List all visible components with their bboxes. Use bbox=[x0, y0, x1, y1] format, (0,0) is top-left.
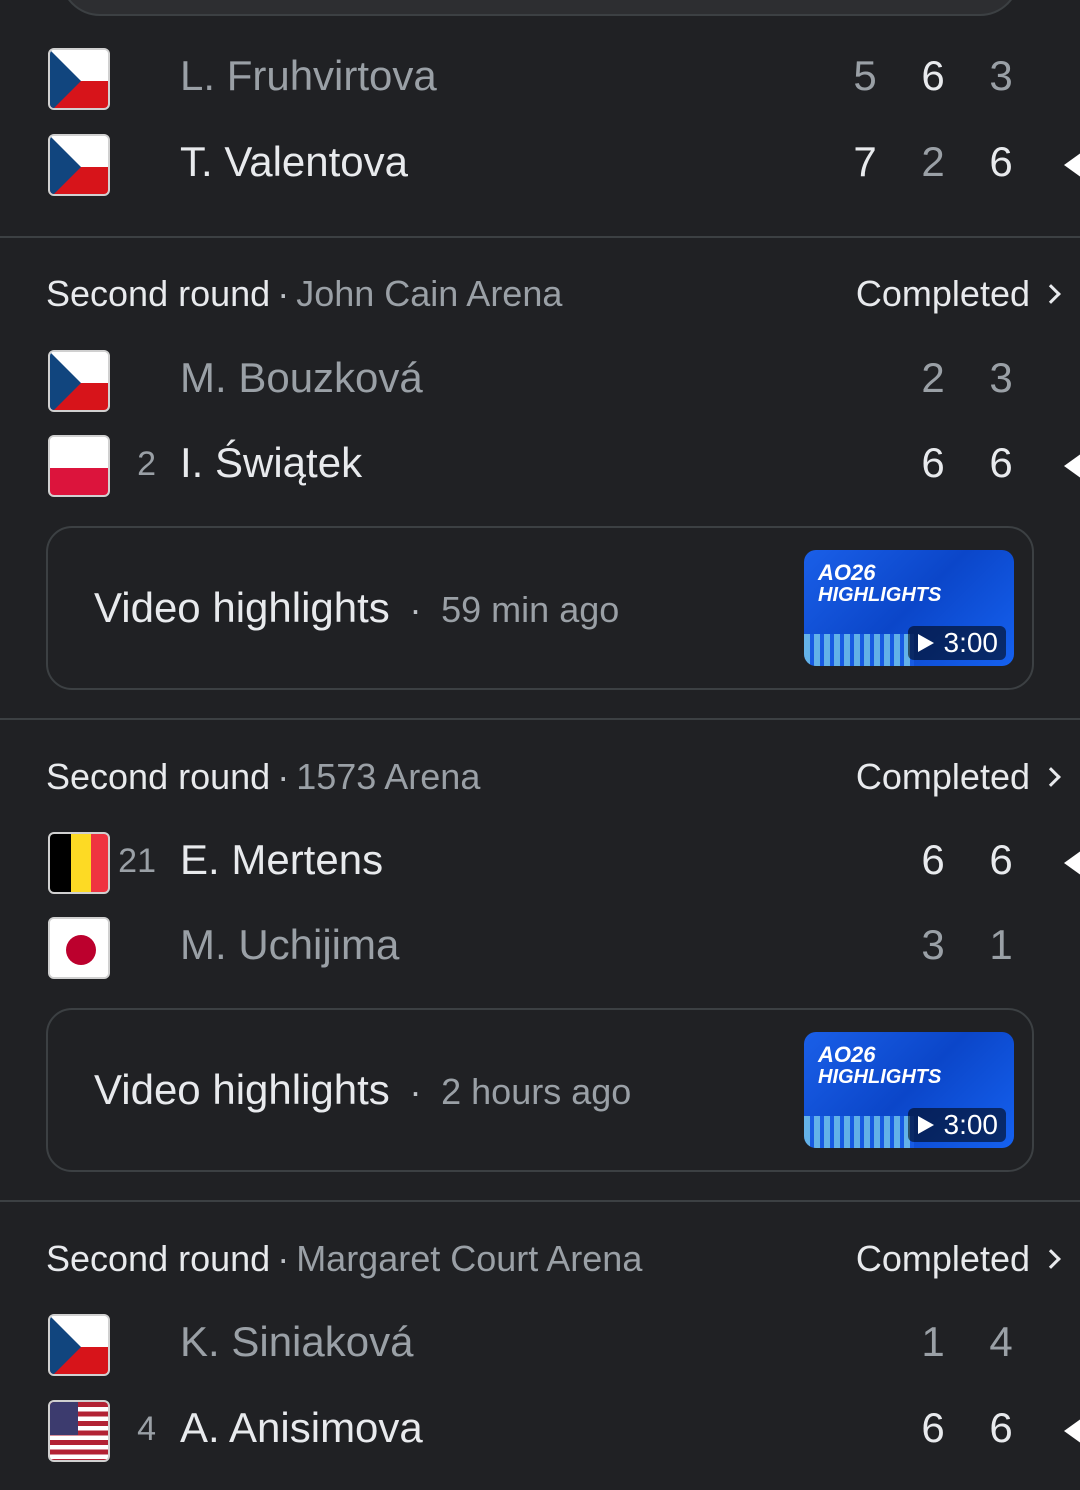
set-score: 6 bbox=[989, 1404, 1013, 1451]
separator: · bbox=[277, 756, 290, 797]
flag-belgium-icon bbox=[48, 832, 110, 894]
set-score: 6 bbox=[921, 836, 945, 883]
status-label: Completed bbox=[855, 1238, 1030, 1279]
player-row: T. Valentova 7 2 6 bbox=[0, 122, 1080, 208]
video-label: Video highlights bbox=[94, 1066, 390, 1113]
player-row: M. Uchijima 3 1 bbox=[0, 905, 1080, 991]
set-score: 3 bbox=[989, 52, 1013, 99]
set-score: 1 bbox=[989, 921, 1013, 968]
divider bbox=[0, 718, 1080, 720]
status-label: Completed bbox=[855, 273, 1030, 314]
match-header[interactable]: Second round · 1573 Arena Completed bbox=[46, 756, 1064, 798]
separator: · bbox=[409, 589, 422, 630]
thumbnail-pattern bbox=[804, 1116, 914, 1148]
player-seed: 4 bbox=[137, 1410, 156, 1448]
status-label: Completed bbox=[855, 756, 1030, 797]
match-header[interactable]: Second round · John Cain Arena Completed bbox=[46, 273, 1064, 315]
player-name: M. Uchijima bbox=[180, 921, 400, 968]
player-name: L. Fruhvirtova bbox=[180, 52, 437, 99]
duration-badge: 3:00 bbox=[907, 626, 1006, 660]
flag-czech-icon bbox=[48, 350, 110, 412]
venue-label: 1573 Arena bbox=[296, 756, 481, 797]
status-link[interactable]: Completed bbox=[856, 756, 1064, 798]
set-score: 4 bbox=[989, 1318, 1013, 1365]
video-time: 59 min ago bbox=[441, 589, 620, 630]
play-icon bbox=[917, 634, 934, 652]
player-row: 21 E. Mertens 6 6 bbox=[0, 820, 1080, 906]
separator: · bbox=[277, 1238, 290, 1279]
video-text: Video highlights · 2 hours ago bbox=[94, 1066, 631, 1114]
status-link[interactable]: Completed bbox=[856, 273, 1064, 315]
set-score: 2 bbox=[921, 138, 945, 185]
thumbnail-subtitle: HIGHLIGHTS bbox=[818, 584, 942, 606]
round-label: Second round bbox=[46, 756, 271, 797]
venue-label: Margaret Court Arena bbox=[296, 1238, 643, 1279]
video-thumbnail[interactable]: AO26 HIGHLIGHTS 3:00 bbox=[804, 550, 1014, 666]
player-row: M. Bouzková 2 3 bbox=[0, 338, 1080, 424]
thumbnail-subtitle: HIGHLIGHTS bbox=[818, 1066, 942, 1088]
chevron-right-icon bbox=[1041, 767, 1061, 787]
separator: · bbox=[409, 1071, 422, 1112]
scores-page: L. Fruhvirtova 5 6 3 T. Valentova 7 2 6 … bbox=[0, 0, 1080, 1490]
flag-czech-icon bbox=[48, 134, 110, 196]
video-text: Video highlights · 59 min ago bbox=[94, 584, 619, 632]
player-name: A. Anisimova bbox=[180, 1404, 423, 1451]
winner-triangle-icon bbox=[1064, 453, 1080, 479]
duration-badge: 3:00 bbox=[907, 1108, 1006, 1142]
player-name: M. Bouzková bbox=[180, 354, 423, 401]
player-row: L. Fruhvirtova 5 6 3 bbox=[0, 36, 1080, 122]
player-name: K. Siniaková bbox=[180, 1318, 414, 1365]
thumbnail-title: AO26 bbox=[818, 1042, 876, 1067]
thumbnail-title: AO26 bbox=[818, 560, 876, 585]
video-highlights-card[interactable]: Video highlights · 2 hours ago AO26 HIGH… bbox=[46, 1008, 1034, 1172]
divider bbox=[0, 236, 1080, 238]
player-row: 4 A. Anisimova 6 6 bbox=[0, 1388, 1080, 1474]
video-highlights-card[interactable]: Video highlights · 59 min ago AO26 HIGHL… bbox=[46, 526, 1034, 690]
set-score: 6 bbox=[921, 52, 945, 99]
flag-czech-icon bbox=[48, 48, 110, 110]
winner-triangle-icon bbox=[1064, 1418, 1080, 1444]
winner-triangle-icon bbox=[1064, 152, 1080, 178]
flag-japan-icon bbox=[48, 917, 110, 979]
flag-usa-icon bbox=[48, 1400, 110, 1462]
chevron-right-icon bbox=[1041, 284, 1061, 304]
separator: · bbox=[277, 273, 290, 314]
set-score: 2 bbox=[921, 354, 945, 401]
round-label: Second round bbox=[46, 273, 271, 314]
divider bbox=[0, 1200, 1080, 1202]
play-icon bbox=[917, 1116, 934, 1134]
set-score: 6 bbox=[989, 138, 1013, 185]
player-name: T. Valentova bbox=[180, 138, 409, 185]
flag-czech-icon bbox=[48, 1314, 110, 1376]
set-score: 6 bbox=[989, 836, 1013, 883]
set-score: 6 bbox=[921, 439, 945, 486]
player-row: 2 I. Świątek 6 6 bbox=[0, 423, 1080, 509]
set-score: 1 bbox=[921, 1318, 945, 1365]
set-score: 7 bbox=[853, 138, 877, 185]
venue-label: John Cain Arena bbox=[296, 273, 563, 314]
player-name: E. Mertens bbox=[180, 836, 384, 883]
set-score: 6 bbox=[989, 439, 1013, 486]
status-link[interactable]: Completed bbox=[856, 1238, 1064, 1280]
flag-poland-icon bbox=[48, 435, 110, 497]
duration-label: 3:00 bbox=[943, 1109, 999, 1140]
match-header[interactable]: Second round · Margaret Court Arena Comp… bbox=[46, 1238, 1064, 1280]
video-thumbnail[interactable]: AO26 HIGHLIGHTS 3:00 bbox=[804, 1032, 1014, 1148]
player-seed: 21 bbox=[118, 842, 156, 880]
set-score: 3 bbox=[921, 921, 945, 968]
round-label: Second round bbox=[46, 1238, 271, 1279]
video-label: Video highlights bbox=[94, 584, 390, 631]
duration-label: 3:00 bbox=[943, 627, 999, 658]
previous-card-edge bbox=[60, 0, 1020, 16]
set-score: 6 bbox=[921, 1404, 945, 1451]
player-row: K. Siniaková 1 4 bbox=[0, 1302, 1080, 1388]
winner-triangle-icon bbox=[1064, 850, 1080, 876]
video-time: 2 hours ago bbox=[441, 1071, 632, 1112]
set-score: 5 bbox=[853, 52, 877, 99]
player-seed: 2 bbox=[137, 445, 156, 483]
set-score: 3 bbox=[989, 354, 1013, 401]
thumbnail-pattern bbox=[804, 634, 914, 666]
chevron-right-icon bbox=[1041, 1249, 1061, 1269]
player-name: I. Świątek bbox=[180, 439, 363, 486]
